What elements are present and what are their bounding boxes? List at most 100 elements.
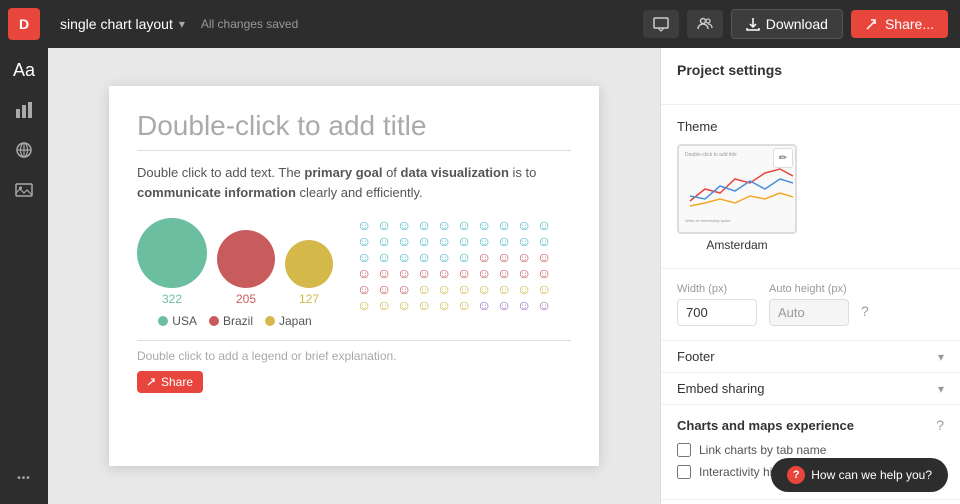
person-icon: ☺ bbox=[537, 266, 555, 280]
height-auto-display: Auto bbox=[769, 299, 849, 326]
bubble-brazil: 205 bbox=[217, 230, 275, 306]
interactivity-hints-checkbox[interactable] bbox=[677, 465, 691, 479]
canvas-title[interactable]: Double-click to add title bbox=[137, 110, 571, 151]
theme-label: Theme bbox=[677, 119, 944, 134]
person-icon: ☺ bbox=[357, 218, 375, 232]
person-icon: ☺ bbox=[437, 218, 455, 232]
chart-area: 322 205 127 USA bbox=[137, 218, 571, 328]
person-icon: ☺ bbox=[397, 282, 415, 296]
person-icon: ☺ bbox=[397, 218, 415, 232]
person-icon: ☺ bbox=[537, 218, 555, 232]
download-label: Download bbox=[766, 16, 828, 32]
person-icon: ☺ bbox=[477, 282, 495, 296]
dimensions-row: Width (px) Auto height (px) Auto ? bbox=[677, 283, 944, 326]
person-icon: ☺ bbox=[357, 250, 375, 264]
share-users-button[interactable] bbox=[687, 10, 723, 38]
person-icon: ☺ bbox=[377, 234, 395, 248]
sidebar-item-more[interactable]: ••• bbox=[6, 460, 42, 496]
canvas-subtitle: Double click to add text. The primary go… bbox=[137, 163, 571, 202]
person-icon: ☺ bbox=[377, 298, 395, 312]
theme-preview-container: Double-click to add title Write an inter… bbox=[677, 144, 797, 252]
width-label: Width (px) bbox=[677, 283, 757, 295]
app-logo[interactable]: D bbox=[8, 8, 40, 40]
theme-section: Theme Double-click to add title Write an… bbox=[661, 105, 960, 269]
share-button[interactable]: Share... bbox=[851, 10, 948, 38]
charts-maps-title: Charts and maps experience bbox=[677, 418, 854, 433]
document-title: single chart layout bbox=[60, 16, 173, 32]
document-title-area: single chart layout ▾ bbox=[60, 16, 185, 32]
help-bubble[interactable]: ? How can we help you? bbox=[771, 458, 948, 492]
project-settings-section: Project settings bbox=[661, 48, 960, 105]
width-input[interactable] bbox=[677, 299, 757, 326]
bubble-usa-value: 322 bbox=[162, 292, 182, 306]
person-icon: ☺ bbox=[457, 218, 475, 232]
person-icon: ☺ bbox=[357, 266, 375, 280]
canvas[interactable]: Double-click to add title Double click t… bbox=[109, 86, 599, 466]
legend-dot-yellow bbox=[265, 316, 275, 326]
presentation-button[interactable] bbox=[643, 10, 679, 38]
sidebar-item-charts[interactable] bbox=[6, 92, 42, 128]
person-icon: ☺ bbox=[457, 298, 475, 312]
person-icon: ☺ bbox=[537, 282, 555, 296]
share-small-icon bbox=[147, 377, 157, 387]
person-icon: ☺ bbox=[417, 298, 435, 312]
bubble-brazil-value: 205 bbox=[236, 292, 256, 306]
theme-preview-quote: Write an interesting quote bbox=[685, 218, 789, 223]
person-icon: ☺ bbox=[377, 218, 395, 232]
charts-maps-help-icon[interactable]: ? bbox=[936, 417, 944, 433]
person-icon: ☺ bbox=[497, 266, 515, 280]
embed-sharing-row[interactable]: Embed sharing ▾ bbox=[661, 373, 960, 405]
person-icon: ☺ bbox=[357, 234, 375, 248]
users-icon bbox=[697, 16, 713, 32]
height-label: Auto height (px) bbox=[769, 283, 849, 295]
legend-usa-label: USA bbox=[172, 314, 197, 328]
bubble-chart[interactable]: 322 205 127 USA bbox=[137, 218, 333, 328]
save-status: All changes saved bbox=[201, 17, 298, 31]
data-icon bbox=[15, 141, 33, 159]
legend-brazil: Brazil bbox=[209, 314, 253, 328]
theme-edit-button[interactable]: ✏ bbox=[773, 148, 793, 168]
person-icon: ☺ bbox=[377, 250, 395, 264]
canvas-share-button[interactable]: Share bbox=[137, 371, 203, 393]
person-icon: ☺ bbox=[477, 266, 495, 280]
person-icon: ☺ bbox=[377, 266, 395, 280]
person-icon: ☺ bbox=[437, 282, 455, 296]
person-icon: ☺ bbox=[437, 298, 455, 312]
share-icon bbox=[865, 17, 879, 31]
person-icon: ☺ bbox=[437, 250, 455, 264]
link-charts-checkbox[interactable] bbox=[677, 443, 691, 457]
person-icon: ☺ bbox=[397, 250, 415, 264]
person-icon: ☺ bbox=[497, 298, 515, 312]
bubbles-row: 322 205 127 bbox=[137, 218, 333, 306]
person-icon: ☺ bbox=[497, 218, 515, 232]
link-charts-checkbox-item: Link charts by tab name bbox=[677, 443, 944, 457]
person-icon: ☺ bbox=[517, 218, 535, 232]
help-bubble-text: How can we help you? bbox=[811, 468, 932, 482]
charts-maps-title-row: Charts and maps experience ? bbox=[677, 417, 944, 433]
project-settings-title: Project settings bbox=[677, 62, 944, 78]
dimensions-help-icon[interactable]: ? bbox=[861, 303, 869, 319]
legend-brazil-label: Brazil bbox=[223, 314, 253, 328]
sidebar-item-images[interactable] bbox=[6, 172, 42, 208]
person-icon: ☺ bbox=[517, 250, 535, 264]
dimensions-section: Width (px) Auto height (px) Auto ? bbox=[661, 269, 960, 341]
presentation-icon bbox=[653, 16, 669, 32]
download-icon bbox=[746, 17, 760, 31]
help-bubble-icon: ? bbox=[787, 466, 805, 484]
pictogram-chart: ☺☺☺☺☺☺☺☺☺☺☺☺☺☺☺☺☺☺☺☺☺☺☺☺☺☺☺☺☺☺☺☺☺☺☺☺☺☺☺☺… bbox=[357, 218, 555, 312]
download-button[interactable]: Download bbox=[731, 9, 843, 39]
canvas-footer-text: Double click to add a legend or brief ex… bbox=[137, 349, 397, 363]
person-icon: ☺ bbox=[457, 234, 475, 248]
main-canvas-area: Double-click to add title Double click t… bbox=[48, 48, 660, 504]
person-icon: ☺ bbox=[377, 282, 395, 296]
canvas-share-label: Share bbox=[161, 375, 193, 389]
person-icon: ☺ bbox=[517, 298, 535, 312]
footer-row[interactable]: Footer ▾ bbox=[661, 341, 960, 373]
sidebar-item-data[interactable] bbox=[6, 132, 42, 168]
bubble-red bbox=[217, 230, 275, 288]
title-chevron-icon[interactable]: ▾ bbox=[179, 17, 185, 31]
sidebar-item-typography[interactable]: Aa bbox=[6, 52, 42, 88]
mini-chart-svg bbox=[685, 161, 793, 211]
person-icon: ☺ bbox=[457, 282, 475, 296]
bubble-japan: 127 bbox=[285, 240, 333, 306]
